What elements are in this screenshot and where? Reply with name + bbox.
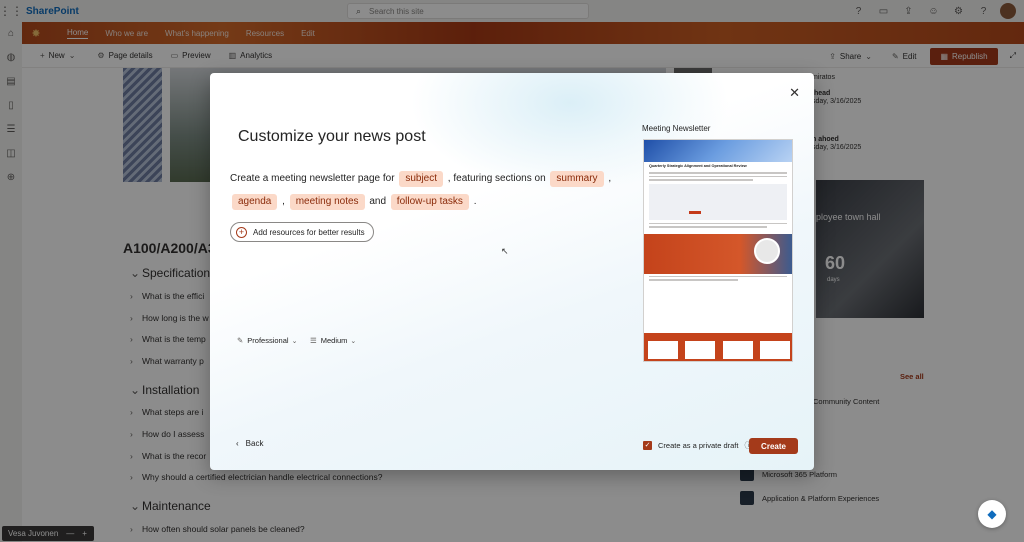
close-icon[interactable]: ✕ (789, 85, 800, 101)
preview-text-line (649, 222, 787, 224)
chip-subject[interactable]: subject (399, 171, 444, 187)
prompt-text: and (369, 196, 387, 207)
preview-hero-button (689, 210, 701, 214)
preview-text-line (649, 279, 738, 281)
prompt-text: , (608, 173, 612, 184)
length-dropdown[interactable]: ☰ Medium ⌄ (310, 336, 356, 345)
chevron-left-icon: ‹ (236, 439, 239, 448)
preview-text-line (649, 172, 787, 174)
checkbox-checked-icon[interactable]: ✓ (643, 441, 652, 450)
prompt-text: Create a meeting newsletter page for (230, 173, 395, 184)
preview-avatar-icon (754, 237, 780, 264)
add-resources-label: Add resources for better results (253, 227, 365, 237)
template-preview-label: Meeting Newsletter (642, 124, 711, 133)
chevron-down-icon: ⌄ (291, 337, 298, 345)
preview-tile (685, 341, 716, 359)
preview-footer (644, 333, 792, 361)
chat-bubble-icon: ◆ (987, 507, 997, 521)
create-button[interactable]: Create (749, 438, 798, 454)
preview-banner (644, 140, 792, 162)
chip-meeting-notes[interactable]: meeting notes (289, 194, 365, 210)
preview-hero (649, 183, 787, 220)
prompt-text: , featuring sections on (447, 173, 546, 184)
back-button[interactable]: ‹ Back (236, 439, 263, 448)
length-value: Medium (320, 336, 348, 345)
preview-tile (722, 341, 753, 359)
chat-assistant-button[interactable]: ◆ (978, 500, 1006, 528)
template-preview: Quarterly Strategic Alignment and Operat… (643, 139, 793, 362)
prompt-text: . (473, 196, 477, 207)
back-label: Back (245, 439, 264, 448)
preview-page-title: Quarterly Strategic Alignment and Operat… (649, 164, 747, 168)
plus-circle-icon: + (236, 226, 247, 238)
tone-value: Professional (247, 336, 289, 345)
add-resources-button[interactable]: + Add resources for better results (230, 222, 374, 242)
lines-icon: ☰ (310, 336, 317, 345)
chip-summary[interactable]: summary (550, 171, 604, 187)
tone-dropdown[interactable]: ✎ Professional ⌄ (237, 336, 297, 345)
customize-news-dialog: ✕ Customize your news post Create a meet… (210, 73, 814, 470)
chip-follow-up-tasks[interactable]: follow-up tasks (390, 194, 469, 210)
chevron-down-icon: ⌄ (350, 337, 357, 345)
preview-text-line (649, 179, 753, 181)
private-draft-option[interactable]: ✓ Create as a private draft ⓘ (643, 440, 752, 451)
preview-text-line (649, 226, 768, 228)
private-draft-label: Create as a private draft (658, 441, 739, 450)
prompt-template: Create a meeting newsletter page for sub… (230, 167, 630, 213)
preview-quote-banner (644, 233, 792, 274)
preview-tile (760, 341, 791, 359)
preview-text-line (649, 175, 787, 177)
dialog-title: Customize your news post (238, 128, 426, 145)
chip-agenda[interactable]: agenda (232, 194, 278, 210)
prompt-text: , (282, 196, 285, 207)
preview-tile (647, 341, 678, 359)
tone-icon: ✎ (237, 336, 244, 345)
preview-text-line (649, 275, 787, 277)
mouse-cursor-icon: ↖ (501, 246, 509, 256)
